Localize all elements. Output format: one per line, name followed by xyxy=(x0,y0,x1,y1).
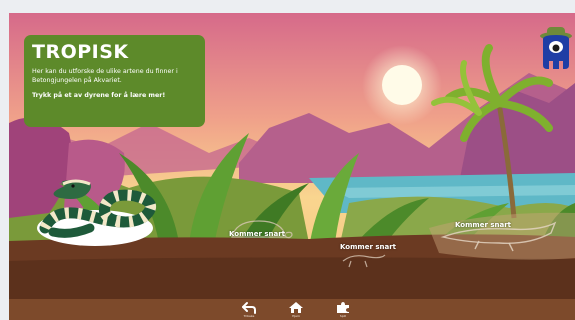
puzzle-label: Spill xyxy=(339,314,347,318)
lizard-outline[interactable] xyxy=(339,249,389,269)
turtle-coming-soon-label: Kommer snart xyxy=(229,230,286,238)
section-title: TROPISK xyxy=(32,41,129,63)
home-label: Hjem xyxy=(292,314,300,318)
back-label: Tilbake xyxy=(243,314,255,318)
puzzle-button[interactable]: Spill xyxy=(330,301,356,320)
back-button[interactable]: Tilbake xyxy=(236,301,262,320)
home-button[interactable]: Hjem xyxy=(283,301,309,320)
back-arrow-icon xyxy=(242,302,256,314)
game-stage: TROPISK Her kan du utforske de ulike art… xyxy=(9,13,575,320)
mascot-icon[interactable] xyxy=(539,25,573,71)
crocodile-coming-soon-label: Kommer snart xyxy=(455,221,512,229)
section-description: Her kan du utforske de ulike artene du f… xyxy=(32,68,178,84)
sun xyxy=(382,65,422,105)
puzzle-icon xyxy=(337,302,349,313)
info-panel: TROPISK Her kan du utforske de ulike art… xyxy=(24,35,205,127)
crocodile-outline[interactable] xyxy=(439,213,559,253)
home-icon xyxy=(289,302,303,313)
section-cta: Trykk på et av dyrene for å lære mer! xyxy=(32,92,166,99)
bottom-nav-bar: Tilbake Hjem Spill xyxy=(9,299,575,320)
lizard-coming-soon-label: Kommer snart xyxy=(340,243,397,251)
snake-button[interactable] xyxy=(35,176,165,248)
